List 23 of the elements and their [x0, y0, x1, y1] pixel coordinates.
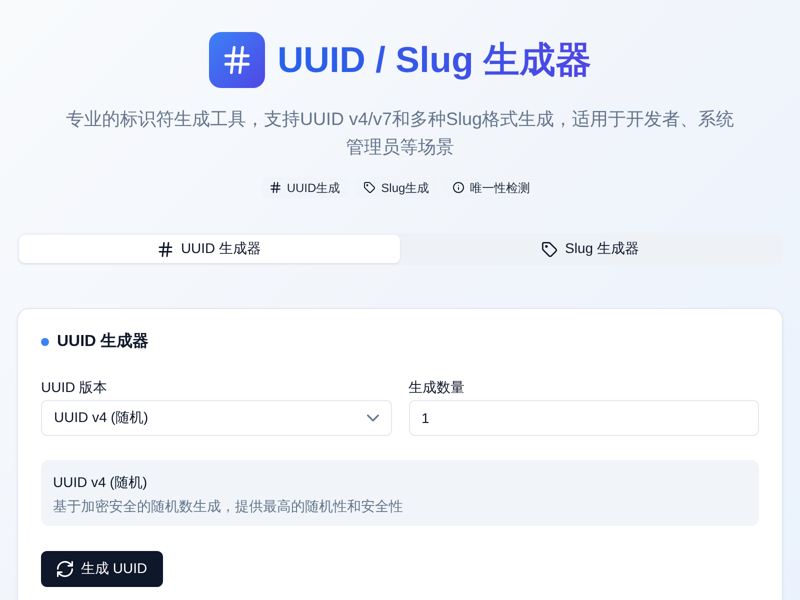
hash-icon [158, 242, 173, 256]
card-title: UUID 生成器 [57, 332, 149, 352]
badge-label: 唯一性检测 [470, 180, 530, 196]
generate-button[interactable]: 生成 UUID [41, 551, 164, 587]
badge-label: Slug生成 [381, 180, 430, 196]
page-subtitle: 专业的标识符生成工具，支持UUID v4/v7和多种Slug格式生成，适用于开发者、系统管理员等场景 [64, 108, 736, 159]
quantity-input[interactable]: 1 [408, 400, 759, 436]
tab[interactable]: Slug 生成器 [400, 235, 781, 263]
version-select[interactable]: UUID v4 (随机) [41, 400, 392, 436]
info-icon [453, 182, 464, 193]
refresh-icon [57, 561, 73, 577]
dot-icon [41, 338, 49, 346]
info-title: UUID v4 (随机) [53, 473, 148, 492]
hash-icon [208, 32, 264, 88]
info-description: 基于加密安全的随机数生成，提供最高的随机性和安全性 [53, 497, 404, 516]
tag-icon [542, 242, 558, 256]
badge-label: UUID生成 [286, 180, 340, 196]
chevron-down-icon [366, 414, 378, 422]
field-label: 生成数量 [408, 378, 466, 397]
hash-icon [270, 182, 281, 193]
tab[interactable]: UUID 生成器 [19, 235, 400, 263]
tag-icon [364, 182, 376, 193]
field-label: UUID 版本 [41, 378, 108, 397]
